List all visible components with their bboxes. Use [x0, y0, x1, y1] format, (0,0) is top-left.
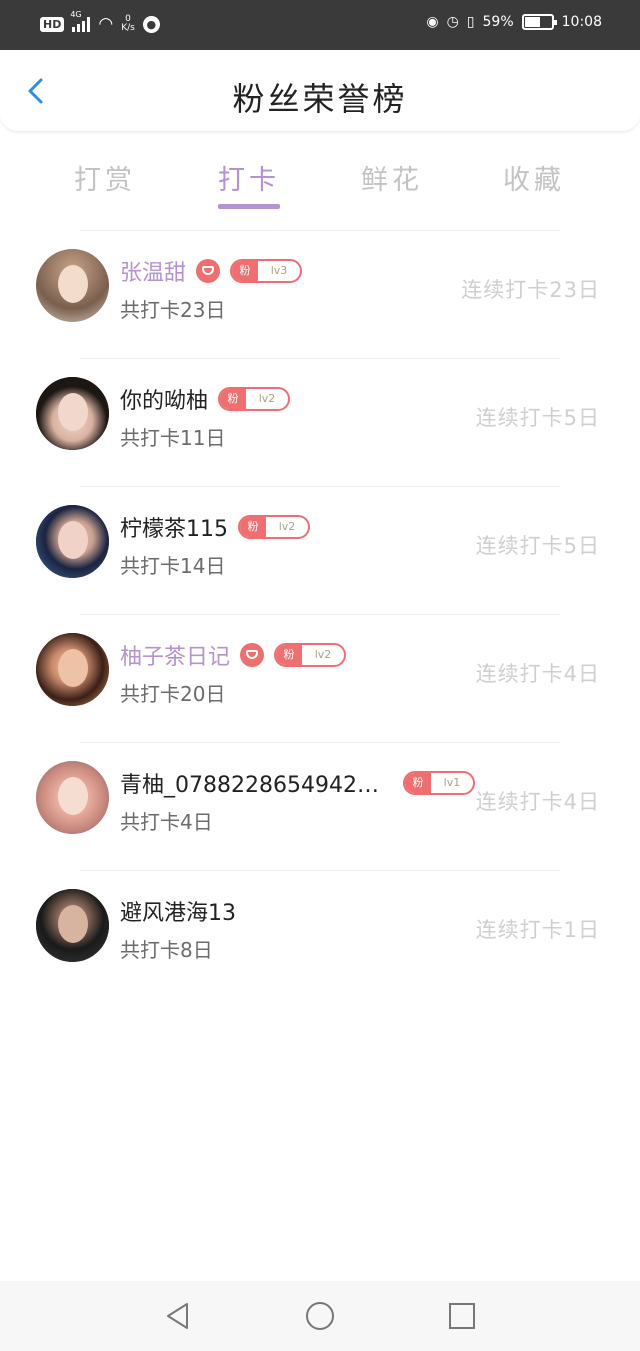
total-checkins: 共打卡23日: [120, 298, 226, 322]
streak-checkins: 连续打卡5日: [475, 406, 600, 430]
fan-name: 青柚_0788228654942…: [120, 773, 379, 798]
list-item[interactable]: 避风港海13 共打卡8日 连续打卡1日: [0, 870, 640, 998]
fan-name: 张温甜: [120, 261, 187, 286]
avatar[interactable]: [36, 889, 109, 962]
tab-flowers[interactable]: 鲜花: [337, 158, 447, 197]
battery-icon: [521, 14, 557, 30]
streak-checkins: 连续打卡4日: [475, 790, 600, 814]
list-item[interactable]: 柠檬茶115 粉 lv2 共打卡14日 连续打卡5日: [0, 486, 640, 614]
total-checkins: 共打卡8日: [120, 938, 213, 962]
circle-home-icon[interactable]: [305, 1301, 335, 1331]
avatar[interactable]: [36, 377, 109, 450]
tab-checkin[interactable]: 打卡: [194, 158, 304, 197]
total-checkins: 共打卡14日: [120, 554, 226, 578]
fan-name: 柠檬茶115: [120, 517, 228, 542]
tab-bar: 打赏 打卡 鲜花 收藏: [0, 150, 640, 220]
diamond-icon: [196, 259, 221, 283]
total-checkins: 共打卡4日: [120, 810, 213, 834]
page-title: 粉丝荣誉榜: [232, 80, 408, 118]
eye-icon: ◉: [426, 14, 439, 30]
globe-icon: ●: [142, 15, 160, 33]
fan-name: 你的呦柚: [120, 389, 209, 414]
streak-checkins: 连续打卡4日: [475, 662, 600, 686]
header-bar: 粉丝荣誉榜: [0, 50, 640, 132]
list-item[interactable]: 你的呦柚 粉 lv2 共打卡11日 连续打卡5日: [0, 358, 640, 486]
battery-percent: 59%: [482, 14, 514, 30]
total-checkins: 共打卡20日: [120, 682, 226, 706]
streak-checkins: 连续打卡23日: [461, 278, 600, 302]
fan-level-badge: 粉 lv1: [402, 771, 475, 795]
fan-level-badge: 粉 lv3: [230, 259, 303, 283]
net-speed: 0 K/s: [121, 14, 135, 33]
system-nav-bar: [0, 1281, 640, 1351]
square-recent-icon[interactable]: [447, 1301, 477, 1331]
signal-icon: 4G: [70, 10, 91, 32]
avatar[interactable]: [36, 249, 109, 322]
avatar[interactable]: [36, 633, 109, 706]
fan-list: 张温甜 粉 lv3 共打卡23日 连续打卡23日 你的呦柚 粉 lv2 共打卡1…: [0, 230, 640, 998]
total-checkins: 共打卡11日: [120, 426, 226, 450]
list-item[interactable]: 柚子茶日记 粉 lv2 共打卡20日 连续打卡4日: [0, 614, 640, 742]
fan-level-badge: 粉 lv2: [238, 515, 310, 539]
list-item[interactable]: 青柚_0788228654942… 粉 lv1 共打卡4日 连续打卡4日: [0, 742, 640, 870]
avatar[interactable]: [36, 761, 109, 834]
diamond-icon: [240, 643, 265, 667]
triangle-back-icon[interactable]: [163, 1301, 193, 1331]
wifi-icon: ◠: [98, 14, 114, 34]
fan-level-badge: 粉 lv2: [218, 387, 291, 411]
hd-indicator: HD: [40, 16, 65, 32]
streak-checkins: 连续打卡5日: [475, 534, 600, 558]
list-item[interactable]: 张温甜 粉 lv3 共打卡23日 连续打卡23日: [0, 230, 640, 358]
fan-name: 避风港海13: [120, 901, 236, 926]
fan-name: 柚子茶日记: [120, 645, 231, 670]
vibrate-icon: ▯: [466, 14, 475, 30]
tab-reward[interactable]: 打赏: [50, 158, 160, 197]
clock: 10:08: [561, 14, 602, 30]
active-tab-indicator: [218, 204, 280, 209]
status-bar: HD 4G ◠ 0 K/s ● ◉ ◷ ▯ 59% 10:08: [0, 0, 640, 50]
streak-checkins: 连续打卡1日: [475, 918, 600, 942]
avatar[interactable]: [36, 505, 109, 578]
alarm-icon: ◷: [446, 14, 459, 30]
fan-level-badge: 粉 lv2: [274, 643, 347, 667]
tab-favorites[interactable]: 收藏: [479, 158, 589, 197]
